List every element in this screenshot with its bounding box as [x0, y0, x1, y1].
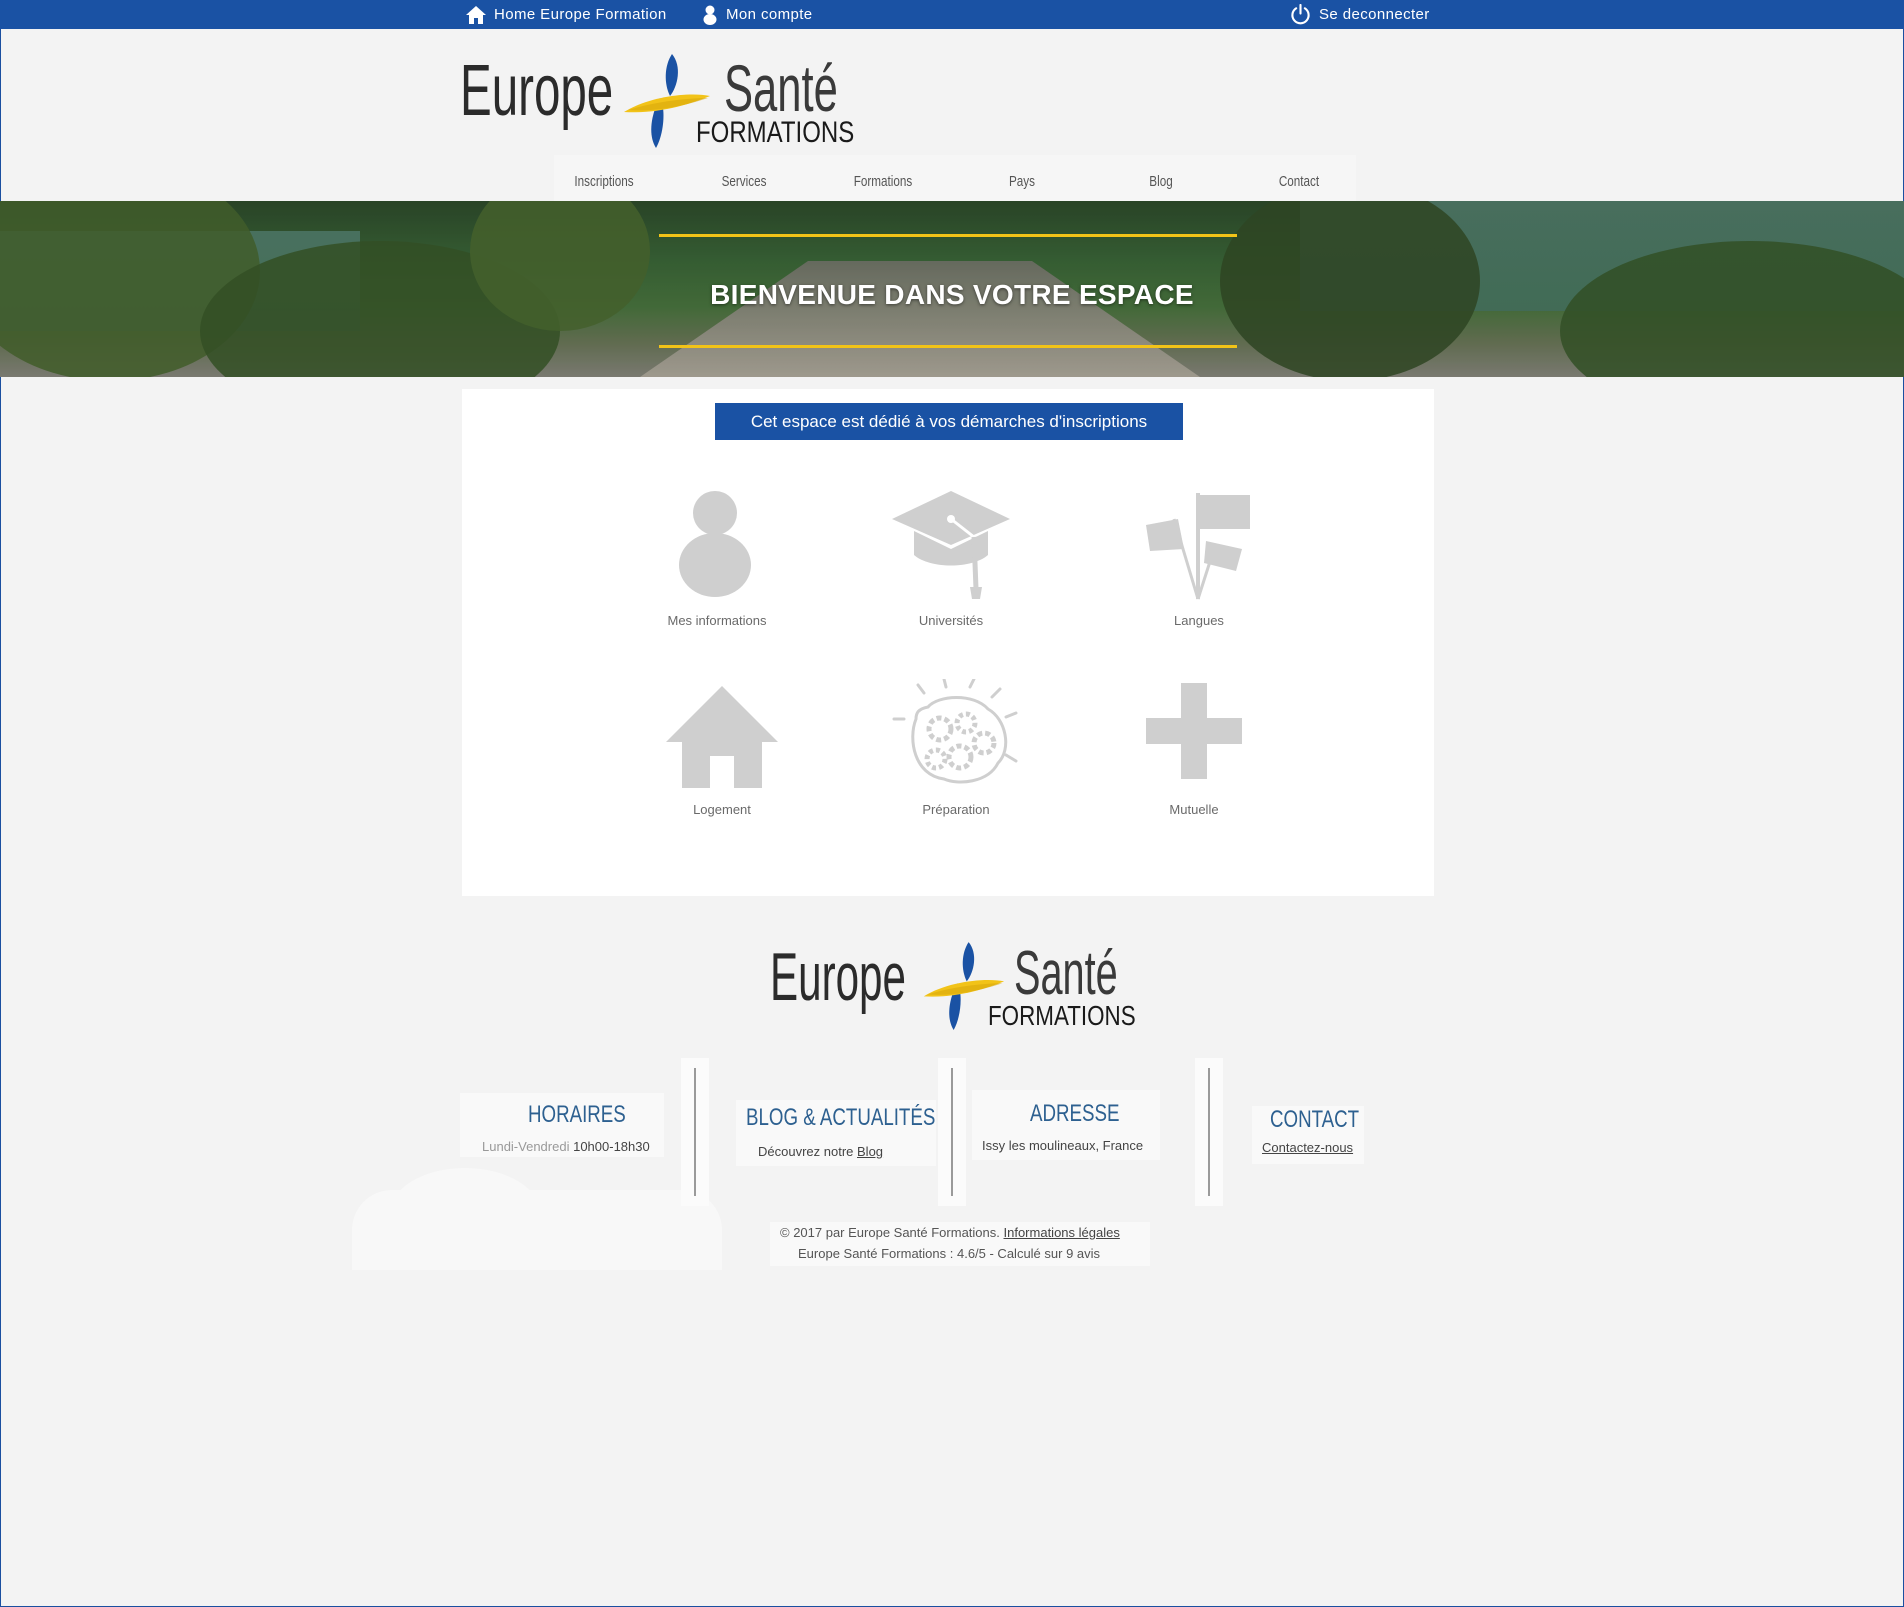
decorative-cloud — [390, 1168, 540, 1258]
tile-label: Mes informations — [667, 613, 767, 628]
blog-link[interactable]: Blog — [857, 1144, 883, 1159]
graduation-cap-icon — [892, 491, 1010, 599]
blog-title: BLOG & ACTUALITÉS — [746, 1104, 936, 1131]
blog-text: Découvrez notre Blog — [758, 1144, 883, 1159]
main-nav: Inscriptions Services Formations Pays Bl… — [554, 155, 1356, 201]
site-logo[interactable]: Europe Santé FORMATIONS — [460, 50, 860, 150]
tile-preparation[interactable]: Préparation — [876, 679, 1036, 824]
copyright-label: © 2017 par Europe Santé Formations. — [780, 1225, 1000, 1240]
tile-mutuelle[interactable]: Mutuelle — [1124, 679, 1264, 824]
tile-label: Logement — [693, 802, 751, 817]
blog-text-label: Découvrez notre — [758, 1144, 854, 1159]
tile-mes-informations[interactable]: Mes informations — [642, 489, 792, 634]
cross-icon — [1146, 683, 1242, 779]
legal-link[interactable]: Informations légales — [1004, 1225, 1120, 1240]
tile-label: Universités — [918, 613, 984, 628]
home-link[interactable]: Home Europe Formation — [466, 0, 667, 29]
nav-item-pays[interactable]: Pays — [991, 173, 1053, 190]
nav-item-inscriptions[interactable]: Inscriptions — [573, 173, 635, 190]
user-icon — [703, 5, 717, 25]
top-bar: Home Europe Formation Mon compte Se deco… — [0, 0, 1904, 29]
horaires-hours: 10h00-18h30 — [573, 1139, 650, 1154]
logout-link[interactable]: Se deconnecter — [1290, 0, 1430, 29]
logo-word-europe: Europe — [460, 51, 614, 131]
horaires-days: Lundi-Vendredi — [482, 1139, 570, 1154]
tile-label: Préparation — [922, 802, 990, 817]
footer-adresse: ADRESSE Issy les moulineaux, France — [972, 1090, 1160, 1160]
registration-panel: Cet espace est dédié à vos démarches d'i… — [462, 389, 1434, 896]
tile-universites[interactable]: Universités — [876, 489, 1026, 634]
footer-copyright: © 2017 par Europe Santé Formations. Info… — [770, 1222, 1150, 1266]
adresse-text: Issy les moulineaux, France — [982, 1138, 1144, 1153]
nav-item-contact[interactable]: Contact — [1268, 173, 1330, 190]
horaires-title: HORAIRES — [528, 1101, 626, 1128]
footer-horaires: HORAIRES Lundi-Vendredi 10h00-18h30 — [460, 1093, 664, 1157]
flags-icon — [1146, 493, 1250, 600]
footer-separator — [1195, 1058, 1223, 1206]
rating-text: Europe Santé Formations : 4.6/5 - Calcul… — [798, 1246, 1101, 1261]
decorative-cloud — [580, 1196, 710, 1266]
footer-separator — [681, 1058, 709, 1206]
tile-label: Mutuelle — [1169, 802, 1219, 817]
logo-word-sante: Santé — [724, 51, 838, 125]
copyright-text: © 2017 par Europe Santé Formations. Info… — [780, 1225, 1120, 1240]
logout-link-label: Se deconnecter — [1319, 6, 1430, 23]
contact-link[interactable]: Contactez-nous — [1262, 1140, 1353, 1155]
intro-banner: Cet espace est dédié à vos démarches d'i… — [715, 403, 1183, 440]
adresse-title: ADRESSE — [1030, 1100, 1120, 1127]
footer-logo[interactable]: Europe Santé FORMATIONS — [770, 938, 1140, 1038]
logo-word-europe: Europe — [770, 939, 906, 1015]
nav-item-formations[interactable]: Formations — [852, 173, 914, 190]
home-icon — [466, 5, 486, 24]
footer-separator — [938, 1058, 966, 1206]
tile-logement[interactable]: Logement — [642, 684, 802, 824]
banner-line-top — [659, 234, 1237, 237]
person-icon — [679, 491, 751, 597]
account-link-label: Mon compte — [726, 6, 813, 23]
nav-item-services[interactable]: Services — [713, 173, 775, 190]
contact-text: Contactez-nous — [1262, 1140, 1353, 1155]
footer-contact: CONTACT Contactez-nous — [1252, 1106, 1364, 1164]
power-icon — [1291, 4, 1310, 25]
account-link[interactable]: Mon compte — [702, 0, 813, 29]
footer-blog: BLOG & ACTUALITÉS Découvrez notre Blog — [736, 1100, 936, 1166]
tile-langues[interactable]: Langues — [1124, 489, 1274, 634]
tile-label: Langues — [1174, 613, 1224, 628]
home-link-label: Home Europe Formation — [494, 6, 667, 23]
contact-title: CONTACT — [1270, 1106, 1360, 1133]
horaires-text: Lundi-Vendredi 10h00-18h30 — [482, 1139, 650, 1154]
logo-word-sante: Santé — [1014, 939, 1118, 1008]
logo-word-formations: FORMATIONS — [988, 1000, 1136, 1031]
nav-item-blog[interactable]: Blog — [1130, 173, 1192, 190]
house-icon — [666, 686, 778, 788]
logo-word-formations: FORMATIONS — [696, 116, 855, 149]
brain-gears-icon — [892, 679, 1018, 784]
banner-line-bottom — [659, 345, 1237, 348]
banner-title: BIENVENUE DANS VOTRE ESPACE — [710, 279, 1194, 310]
hero-banner: BIENVENUE DANS VOTRE ESPACE — [0, 201, 1904, 377]
